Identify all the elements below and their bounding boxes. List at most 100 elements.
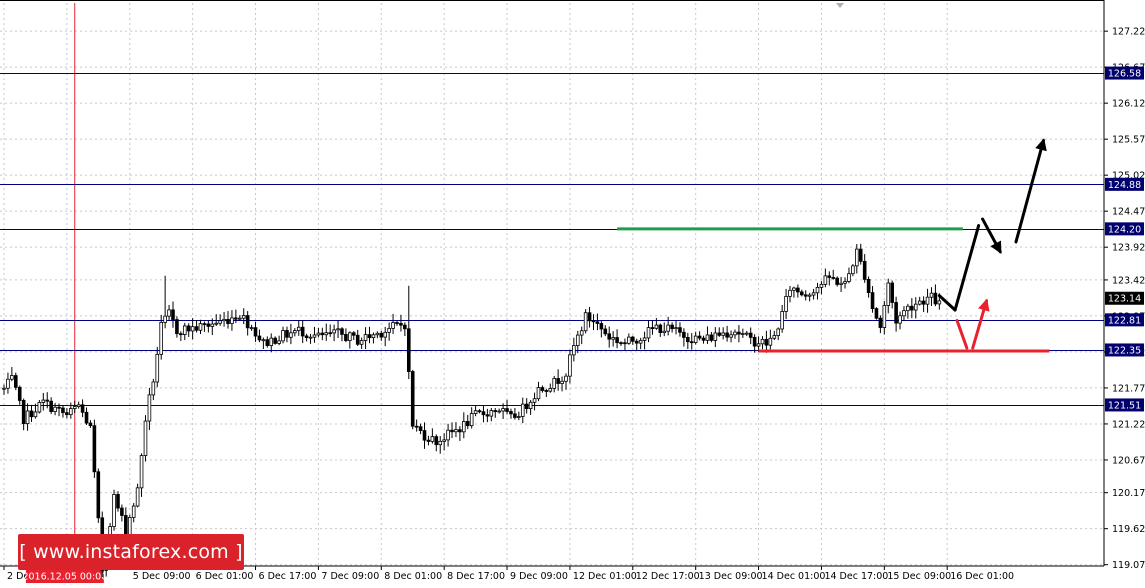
candle-body (505, 408, 509, 412)
candle-body (756, 343, 761, 347)
candle-body (799, 291, 804, 296)
candle-body (752, 336, 757, 347)
candle-body (344, 334, 348, 341)
candle-body (619, 342, 623, 345)
candle-body (929, 292, 934, 298)
candle-body (583, 312, 588, 332)
candle-body (363, 334, 368, 341)
x-tick-label: 12 Dec 01:00 (573, 571, 637, 582)
candle-body (296, 326, 301, 332)
candle-body (265, 339, 270, 346)
x-tick-label: 13 Dec 09:00 (699, 571, 763, 582)
candle-body (406, 328, 411, 372)
candle-body (634, 340, 639, 344)
candle-body (882, 305, 887, 328)
candle-body (324, 332, 329, 336)
level-label: 121.51 (1108, 400, 1141, 411)
candle-body (57, 406, 61, 409)
candle-body (442, 439, 446, 442)
candle-body (88, 422, 93, 427)
x-tick-label: 6 Dec 01:00 (196, 571, 254, 582)
candle-body (222, 318, 226, 322)
candle-body (387, 327, 391, 333)
candle-body (438, 440, 443, 446)
candle-body (811, 292, 816, 296)
x-tick-label: 7 Dec 09:00 (321, 571, 379, 582)
x-tick-label: 14 Dec 17:00 (824, 571, 888, 582)
candle-body (395, 322, 399, 324)
candle-body (379, 332, 384, 338)
candle-body (446, 429, 450, 441)
x-tick-label: 9 Dec 09:00 (510, 571, 568, 582)
candle-body (760, 338, 765, 345)
candle-body (69, 408, 73, 416)
candle-body (642, 337, 647, 341)
candle-body (568, 354, 572, 377)
candle-body (473, 410, 478, 414)
candle-body (277, 340, 281, 344)
candle-body (847, 273, 851, 282)
candle-body (823, 275, 828, 285)
y-tick-label: 125.57 (1112, 135, 1145, 146)
candle-body (666, 324, 670, 332)
candle-body (524, 403, 529, 409)
x-tick-label: 12 Dec 17:00 (636, 571, 700, 582)
candle-body (741, 333, 745, 335)
candle-body (646, 327, 651, 339)
candle-body (501, 408, 505, 412)
candle-body (898, 315, 902, 324)
candle-body (269, 337, 274, 346)
candle-body (591, 320, 596, 323)
candle-body (194, 326, 199, 331)
candle-body (627, 336, 631, 344)
candle-body (226, 318, 230, 324)
candle-body (631, 336, 635, 342)
candle-body (678, 327, 682, 333)
candle-body (351, 332, 356, 336)
candle-body (304, 335, 309, 338)
candle-body (862, 260, 867, 280)
candle-body (682, 331, 686, 338)
candle-body (517, 416, 521, 418)
candle-body (308, 336, 313, 339)
candle-body (45, 399, 50, 402)
candle-body (76, 404, 81, 408)
candle-body (595, 321, 600, 324)
candle-body (289, 332, 293, 338)
candle-body (167, 309, 171, 317)
candle-body (469, 413, 474, 427)
candle-body (147, 394, 152, 422)
y-tick-label: 119.62 (1112, 524, 1145, 535)
candle-body (190, 326, 195, 332)
candle-body (163, 315, 167, 323)
candle-body (536, 387, 541, 400)
candle-body (548, 388, 553, 392)
candle-body (819, 283, 824, 288)
candle-body (186, 325, 191, 332)
candle-body (139, 455, 144, 489)
candle-body (921, 300, 926, 305)
candle-body (355, 334, 360, 345)
chart-background (0, 0, 1145, 584)
y-tick-label: 121.77 (1112, 383, 1145, 394)
candle-body (53, 406, 57, 412)
candle-body (925, 296, 930, 305)
candle-body (135, 487, 140, 507)
x-tick-label: 14 Dec 01:00 (762, 571, 826, 582)
candle-body (890, 282, 894, 303)
candle-body (6, 378, 10, 389)
candle-body (587, 312, 592, 322)
candle-body (748, 332, 753, 338)
candle-body (513, 413, 517, 418)
candle-body (41, 399, 46, 403)
candle-body (198, 323, 203, 331)
candle-body (776, 328, 781, 336)
candle-body (701, 337, 706, 341)
candle-body (560, 380, 564, 384)
chart-canvas: 127.22126.67126.12125.57125.02124.47123.… (0, 0, 1145, 584)
candle-body (556, 378, 560, 384)
candle-body (874, 308, 879, 319)
instaforex-watermark: [ www.instaforex.com ] (18, 534, 244, 570)
candle-body (689, 341, 694, 344)
candle-body (285, 330, 289, 338)
